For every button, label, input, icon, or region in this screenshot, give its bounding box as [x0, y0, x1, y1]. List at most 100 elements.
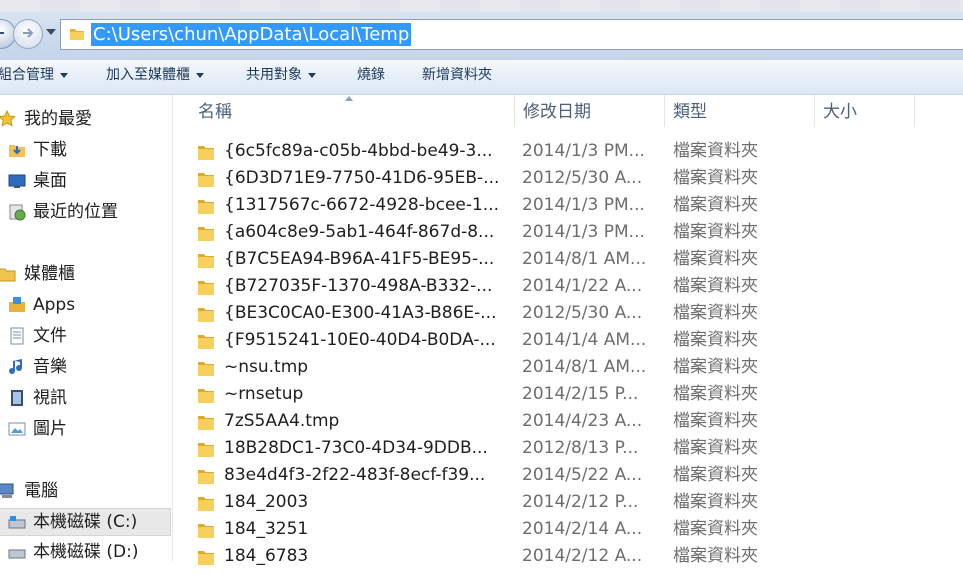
command-toolbar: 組合管理 加入至媒體櫃 共用對象 燒錄 新增資料夾	[0, 60, 963, 95]
table-row[interactable]: ~rnsetup 2014/2/15 P... 檔案資料夾	[173, 381, 963, 408]
sidebar-item-label: 圖片	[33, 419, 67, 439]
column-header: 名稱 修改日期 類型 大小	[173, 95, 963, 127]
file-date-modified: 2014/5/22 A...	[522, 465, 643, 485]
file-date-modified: 2012/8/13 P...	[522, 438, 639, 458]
file-list: 名稱 修改日期 類型 大小 {6c5fc89a-c05b-4bbd-be49-3…	[173, 95, 963, 566]
sidebar-item-drive-c[interactable]: 本機磁碟 (C:)	[0, 508, 171, 536]
file-name: ~nsu.tmp	[224, 357, 309, 377]
table-row[interactable]: 7zS5AA4.tmp 2014/4/23 A... 檔案資料夾	[173, 408, 963, 435]
table-row[interactable]: {B7C5EA94-B96A-41F5-BE95-... 2014/8/1 AM.…	[173, 246, 963, 273]
file-type: 檔案資料夾	[673, 411, 758, 431]
table-row[interactable]: 184_6783 2014/2/12 A... 檔案資料夾	[173, 543, 963, 570]
file-name: 184_6783	[224, 546, 309, 566]
share-with-label: 共用對象	[246, 67, 302, 83]
column-header-date-modified[interactable]: 修改日期	[515, 95, 665, 127]
file-type: 檔案資料夾	[673, 357, 758, 377]
column-header-type[interactable]: 類型	[665, 95, 815, 127]
file-type: 檔案資料夾	[673, 168, 758, 188]
table-row[interactable]: {F9515241-10E0-40D4-B0DA-... 2014/1/4 AM.…	[173, 327, 963, 354]
sidebar-item-music[interactable]: 音樂	[0, 354, 170, 380]
sidebar-item-label: 桌面	[33, 171, 67, 191]
file-date-modified: 2014/2/12 A...	[522, 546, 643, 566]
back-arrow-icon	[0, 32, 4, 34]
file-date-modified: 2014/1/22 A...	[522, 276, 643, 296]
sidebar-item-label: 文件	[33, 326, 67, 346]
drive-c-icon	[8, 516, 26, 529]
new-folder-button[interactable]: 新增資料夾	[422, 60, 492, 94]
file-date-modified: 2014/2/14 A...	[522, 519, 643, 539]
forward-arrow-icon	[23, 28, 34, 38]
table-row[interactable]: {B727035F-1370-498A-B332-... 2014/1/22 A.…	[173, 273, 963, 300]
sidebar-item-videos[interactable]: 視訊	[0, 385, 170, 411]
table-row[interactable]: 18B28DC1-73C0-4D34-9DDB... 2012/8/13 P...…	[173, 435, 963, 462]
file-type: 檔案資料夾	[673, 492, 758, 512]
file-name: 83e4d4f3-2f22-483f-8ecf-f39...	[224, 465, 486, 485]
table-row[interactable]: 83e4d4f3-2f22-483f-8ecf-f39... 2014/5/22 …	[173, 462, 963, 489]
file-type: 檔案資料夾	[673, 195, 758, 215]
file-type: 檔案資料夾	[673, 384, 758, 404]
file-date-modified: 2012/5/30 A...	[522, 168, 643, 188]
table-row[interactable]: {1317567c-6672-4928-bcee-1... 2014/1/3 PM…	[173, 192, 963, 219]
file-date-modified: 2014/1/4 AM...	[522, 330, 647, 350]
sidebar-item-downloads[interactable]: 下載	[0, 137, 170, 163]
downloads-folder-icon	[9, 145, 25, 157]
music-icon	[9, 359, 23, 375]
sidebar-item-drive-d[interactable]: 本機磁碟 (D:)	[0, 539, 170, 565]
recent-pages-dropdown-icon[interactable]	[46, 29, 56, 35]
file-type: 檔案資料夾	[673, 303, 758, 323]
file-name: {6D3D71E9-7750-41D6-95EB-...	[224, 168, 500, 188]
sidebar-item-documents[interactable]: 文件	[0, 323, 170, 349]
sidebar-item-label: 我的最愛	[24, 109, 92, 129]
table-row[interactable]: 184_3251 2014/2/14 A... 檔案資料夾	[173, 516, 963, 543]
sidebar-item-desktop[interactable]: 桌面	[0, 168, 170, 194]
sidebar-item-apps[interactable]: Apps	[0, 292, 170, 318]
include-in-library-menu[interactable]: 加入至媒體櫃	[106, 60, 204, 94]
column-header-size[interactable]: 大小	[815, 95, 915, 127]
address-input[interactable]: C:\Users\chun\AppData\Local\Temp	[60, 19, 963, 50]
pictures-icon	[8, 422, 26, 436]
title-strip	[0, 0, 963, 12]
folder-icon	[197, 548, 215, 575]
sidebar-item-label: 本機磁碟 (C:)	[33, 512, 138, 532]
sidebar-item-label: 最近的位置	[33, 202, 118, 222]
file-type: 檔案資料夾	[673, 276, 758, 296]
file-type: 檔案資料夾	[673, 330, 758, 350]
apps-library-icon	[9, 297, 25, 312]
sidebar-item-recent[interactable]: 最近的位置	[0, 199, 170, 225]
navigation-pane: 我的最愛 下載 桌面 最近的位置 媒體櫃 Apps 文件 音樂 視訊 圖片 電腦…	[0, 95, 173, 562]
table-row[interactable]: ~nsu.tmp 2014/8/1 AM... 檔案資料夾	[173, 354, 963, 381]
videos-icon	[11, 390, 23, 406]
sidebar-item-label: Apps	[33, 295, 76, 315]
sidebar-item-label: 視訊	[33, 388, 67, 408]
sidebar-item-label: 下載	[33, 140, 67, 160]
organize-label: 組合管理	[0, 67, 54, 83]
folder-icon	[70, 29, 84, 40]
table-row[interactable]: {6D3D71E9-7750-41D6-95EB-... 2012/5/30 A.…	[173, 165, 963, 192]
sidebar-item-libraries[interactable]: 媒體櫃	[0, 261, 170, 287]
recent-places-icon	[9, 204, 26, 221]
organize-menu[interactable]: 組合管理	[0, 60, 68, 94]
file-name: 184_2003	[224, 492, 309, 512]
sidebar-item-favorites[interactable]: 我的最愛	[0, 106, 170, 132]
table-row[interactable]: {a604c8e9-5ab1-464f-867d-8... 2014/1/3 PM…	[173, 219, 963, 246]
table-row[interactable]: 184_2003 2014/2/12 P... 檔案資料夾	[173, 489, 963, 516]
forward-button[interactable]	[13, 19, 43, 49]
sidebar-item-computer[interactable]: 電腦	[0, 478, 170, 504]
burn-button[interactable]: 燒錄	[357, 60, 385, 94]
file-name: {B7C5EA94-B96A-41F5-BE95-...	[224, 249, 495, 269]
file-date-modified: 2014/2/12 P...	[522, 492, 639, 512]
table-row[interactable]: {6c5fc89a-c05b-4bbd-be49-3... 2014/1/3 PM…	[173, 138, 963, 165]
column-header-name[interactable]: 名稱	[190, 95, 515, 127]
sidebar-item-label: 本機磁碟 (D:)	[33, 542, 139, 562]
sidebar-item-pictures[interactable]: 圖片	[0, 416, 170, 442]
star-icon	[0, 110, 16, 127]
file-date-modified: 2014/8/1 AM...	[522, 249, 647, 269]
file-date-modified: 2012/5/30 A...	[522, 303, 643, 323]
file-date-modified: 2014/1/3 PM...	[522, 195, 645, 215]
table-row[interactable]: {BE3C0CA0-E300-41A3-B86E-... 2012/5/30 A.…	[173, 300, 963, 327]
address-path[interactable]: C:\Users\chun\AppData\Local\Temp	[91, 23, 412, 46]
share-with-menu[interactable]: 共用對象	[246, 60, 316, 94]
file-type: 檔案資料夾	[673, 222, 758, 242]
sidebar-item-label: 音樂	[33, 357, 67, 377]
file-name: {B727035F-1370-498A-B332-...	[224, 276, 493, 296]
